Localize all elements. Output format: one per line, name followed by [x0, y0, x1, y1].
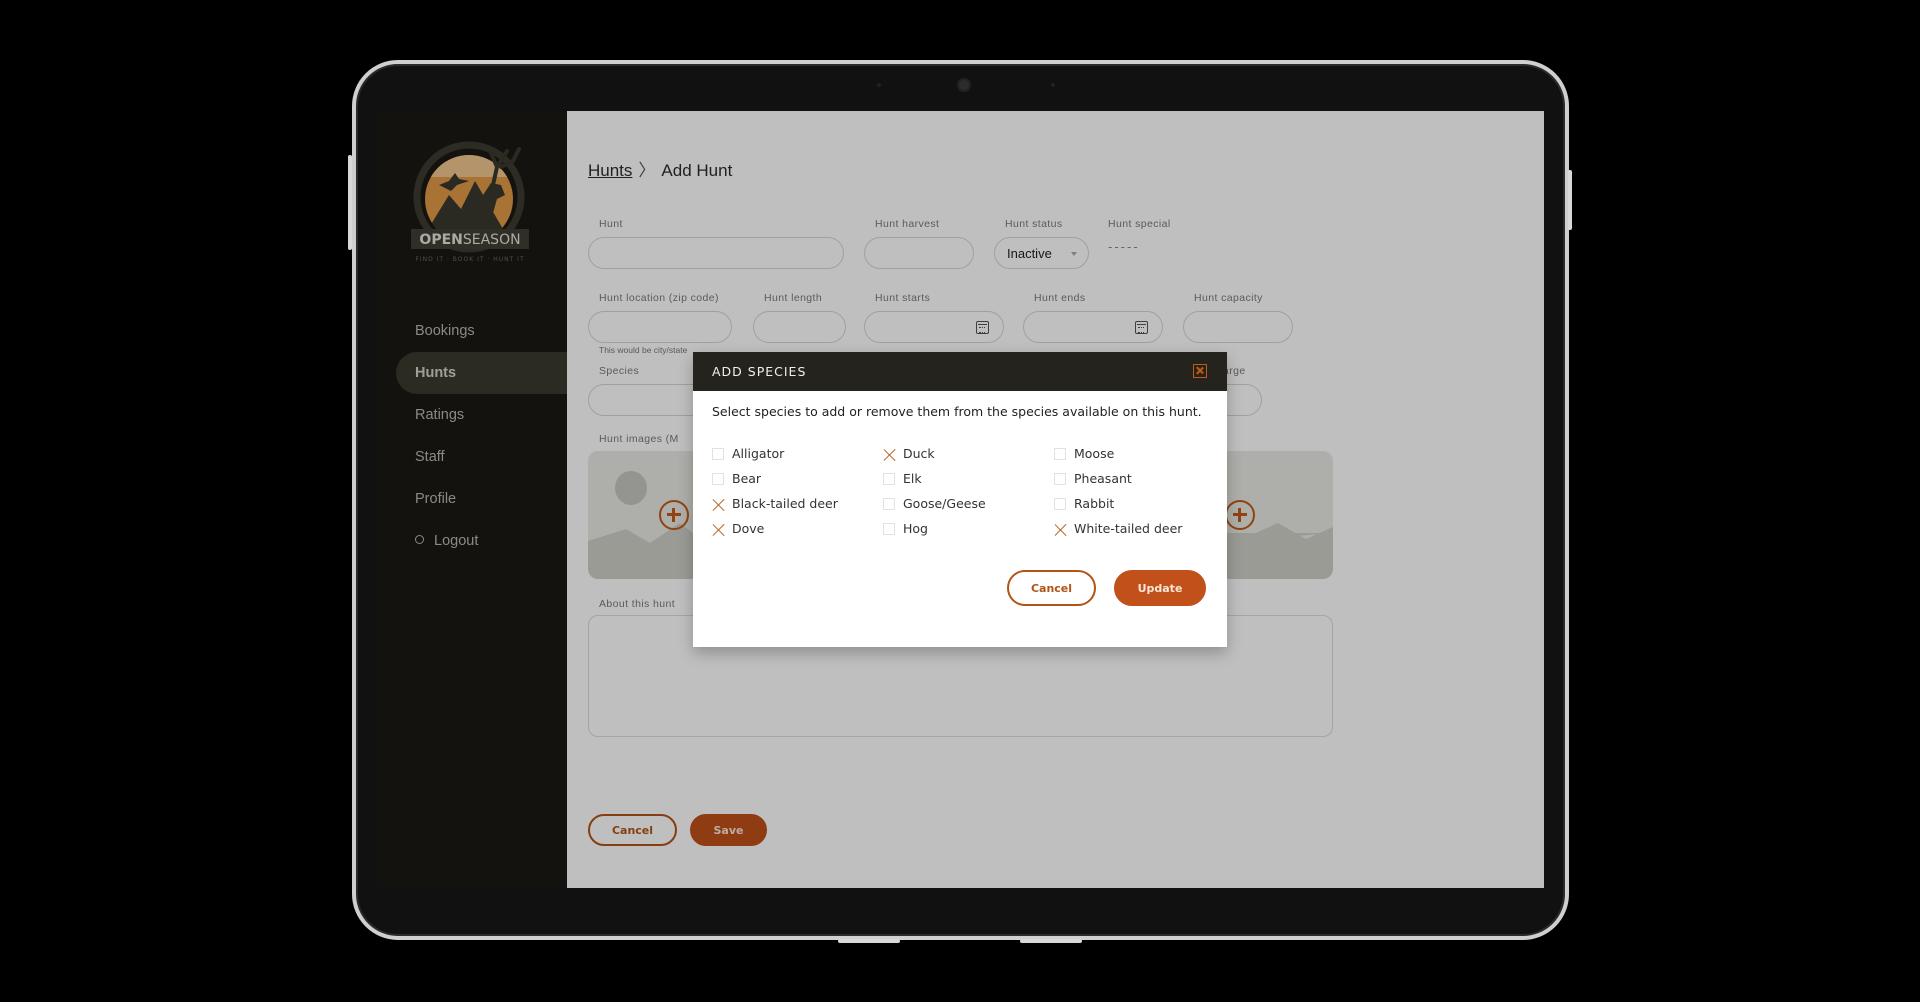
- checkbox-icon[interactable]: [712, 472, 724, 485]
- checkbox-icon[interactable]: [1054, 447, 1066, 460]
- checkbox-icon[interactable]: [712, 523, 724, 535]
- species-checkbox-bear[interactable]: Bear: [712, 466, 883, 491]
- species-checkbox-dove[interactable]: Dove: [712, 516, 883, 541]
- close-icon[interactable]: [1193, 364, 1207, 378]
- tablet-side-button: [348, 155, 352, 250]
- species-list: Alligator Bear Black-tailed deer Dove Du…: [712, 441, 1212, 541]
- species-label: Dove: [732, 521, 765, 536]
- species-label: Moose: [1074, 446, 1115, 461]
- species-label: Bear: [732, 471, 762, 486]
- add-species-modal: ADD SPECIES Select species to add or rem…: [693, 352, 1227, 647]
- species-checkbox-black-tailed-deer[interactable]: Black-tailed deer: [712, 491, 883, 516]
- species-label: Pheasant: [1074, 471, 1132, 486]
- checkbox-icon[interactable]: [712, 498, 724, 510]
- species-checkbox-duck[interactable]: Duck: [883, 441, 1054, 466]
- modal-description: Select species to add or remove them fro…: [712, 404, 1202, 419]
- tablet-bottom-button: [838, 939, 900, 943]
- checkbox-icon[interactable]: [883, 448, 895, 460]
- species-checkbox-white-tailed-deer[interactable]: White-tailed deer: [1054, 516, 1212, 541]
- species-label: Alligator: [732, 446, 785, 461]
- checkbox-icon[interactable]: [883, 497, 895, 510]
- tablet-bottom-button: [1020, 939, 1082, 943]
- species-checkbox-alligator[interactable]: Alligator: [712, 441, 883, 466]
- checkbox-icon[interactable]: [1054, 523, 1066, 535]
- checkbox-icon[interactable]: [883, 522, 895, 535]
- camera-icon: [957, 78, 971, 92]
- species-label: White-tailed deer: [1074, 521, 1183, 536]
- sensor-dot: [877, 83, 881, 87]
- species-label: Black-tailed deer: [732, 496, 838, 511]
- checkbox-icon[interactable]: [712, 447, 724, 460]
- tablet-side-button: [1568, 170, 1572, 230]
- species-checkbox-rabbit[interactable]: Rabbit: [1054, 491, 1212, 516]
- species-label: Duck: [903, 446, 935, 461]
- modal-cancel-button[interactable]: Cancel: [1007, 570, 1096, 606]
- modal-header: ADD SPECIES: [693, 352, 1227, 391]
- sensor-dot: [1051, 83, 1055, 87]
- modal-update-button[interactable]: Update: [1114, 570, 1206, 606]
- app-screen: OPENSEASON FIND IT · BOOK IT · HUNT IT B…: [377, 111, 1544, 888]
- species-checkbox-hog[interactable]: Hog: [883, 516, 1054, 541]
- species-label: Goose/Geese: [903, 496, 986, 511]
- modal-title: ADD SPECIES: [712, 364, 807, 379]
- species-label: Elk: [903, 471, 922, 486]
- species-label: Rabbit: [1074, 496, 1115, 511]
- checkbox-icon[interactable]: [1054, 472, 1066, 485]
- species-checkbox-moose[interactable]: Moose: [1054, 441, 1212, 466]
- checkbox-icon[interactable]: [883, 472, 895, 485]
- checkbox-icon[interactable]: [1054, 497, 1066, 510]
- species-checkbox-pheasant[interactable]: Pheasant: [1054, 466, 1212, 491]
- species-checkbox-goose[interactable]: Goose/Geese: [883, 491, 1054, 516]
- species-label: Hog: [903, 521, 928, 536]
- species-checkbox-elk[interactable]: Elk: [883, 466, 1054, 491]
